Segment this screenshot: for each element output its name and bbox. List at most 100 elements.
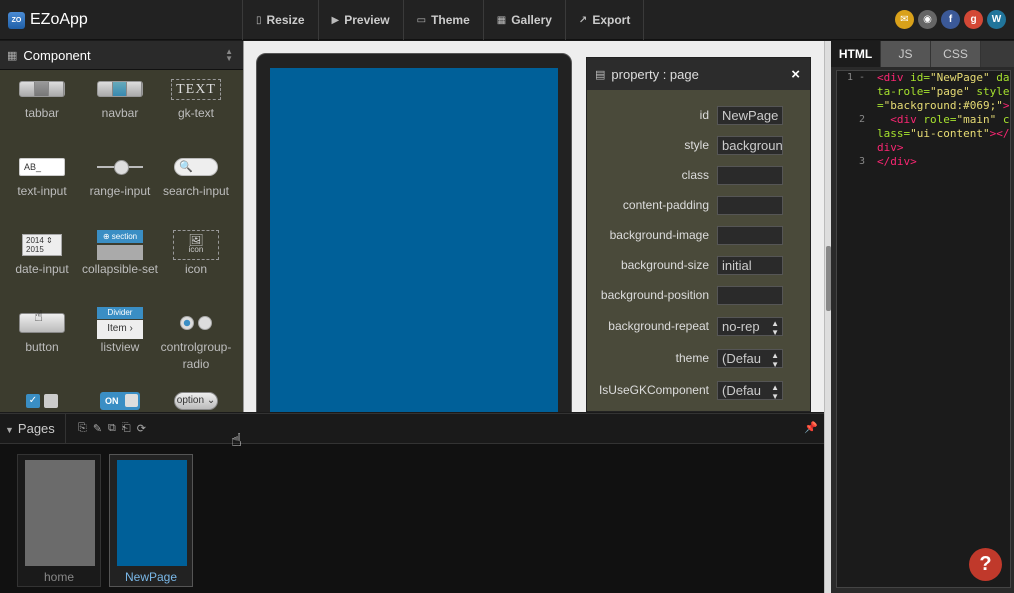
select-value: (Defau [722, 350, 762, 366]
mail-icon[interactable]: ✉ [895, 10, 914, 29]
page-thumb-newpage[interactable]: NewPage [109, 454, 193, 587]
component-tabbar[interactable]: tabbar [3, 75, 81, 122]
pin-icon[interactable]: 📌 [804, 421, 818, 434]
component-label: search-input [162, 184, 230, 198]
component-text-input[interactable]: AB_ text-input [3, 153, 81, 200]
page-thumb-label: home [43, 570, 75, 584]
page-thumb-preview [117, 460, 187, 566]
export-icon: ↗ [578, 14, 588, 26]
google-plus-icon[interactable]: g [964, 10, 983, 29]
select-arrows-icon: ▲ ▼ [771, 318, 779, 336]
background-image-field[interactable] [717, 225, 783, 245]
property-row-class: class [587, 164, 810, 186]
component-gk-text[interactable]: TEXT gk-text [157, 75, 235, 122]
component-flipswitch[interactable]: ON [81, 387, 159, 412]
component-label: tabbar [24, 106, 60, 120]
component-listview[interactable]: Divider Item › listview [81, 307, 159, 356]
slider-icon [97, 158, 143, 176]
component-select[interactable]: option ⌄ [157, 387, 235, 412]
background-position-field[interactable] [717, 285, 783, 305]
background-repeat-select[interactable]: no-rep ▲ ▼ [717, 316, 783, 336]
property-window-header[interactable]: ▤ property : page × [587, 58, 810, 90]
panel-splitter[interactable] [824, 41, 831, 593]
code-editor[interactable]: 1 - <div id="NewPage" data-role="page" st… [836, 70, 1011, 588]
content-padding-field[interactable] [717, 195, 783, 215]
component-collapsible-set[interactable]: ⊕ section collapsible-set [81, 230, 159, 278]
theme-button[interactable]: ▭ Theme [404, 0, 484, 40]
style-field[interactable]: background [717, 135, 783, 155]
paste-page-icon[interactable]: ⎗ [122, 422, 131, 435]
button-icon [19, 308, 65, 333]
page-thumb-home[interactable]: home [17, 454, 101, 587]
component-search-input[interactable]: 🔍 search-input [157, 153, 235, 200]
brand[interactable]: ZO EZoApp [0, 0, 243, 40]
id-field[interactable]: NewPage [717, 105, 783, 125]
property-row-content-padding: content-padding [587, 194, 810, 216]
background-size-field[interactable]: initial [717, 255, 783, 275]
close-icon[interactable]: × [791, 66, 800, 83]
gallery-button[interactable]: ▦ Gallery [484, 0, 566, 40]
edit-page-icon[interactable]: ✎ [93, 422, 102, 435]
resize-label: Resize [266, 13, 305, 27]
code-text: </div> [877, 155, 917, 168]
component-panel-header[interactable]: ▦ Component ▲ ▼ [0, 41, 243, 70]
theme-select[interactable]: (Defau ▲ ▼ [717, 348, 783, 368]
pages-panel: ▼ Pages ⎘ ✎ ⧉ ⎗ ⟳ 📌 home NewPage [0, 413, 824, 593]
property-label: content-padding [622, 198, 709, 212]
code-tabs: HTML JS CSS [831, 41, 1014, 67]
tab-css[interactable]: CSS [931, 41, 981, 67]
page-preview[interactable] [270, 68, 558, 412]
component-icon[interactable]: 🖼 icon icon [157, 230, 235, 278]
code-text: <div role="main" class="ui-content"></di… [877, 113, 1010, 154]
component-label: range-input [89, 184, 151, 198]
sort-arrows-icon[interactable]: ▲ ▼ [225, 48, 233, 63]
caret-down-icon: ▼ [5, 424, 14, 435]
export-button[interactable]: ↗ Export [566, 0, 645, 40]
gallery-label: Gallery [511, 13, 552, 27]
component-label: gk-text [177, 106, 214, 120]
component-date-input[interactable]: 2014 ⇕ 2015 date-input [3, 231, 81, 278]
component-button[interactable]: button [3, 308, 81, 356]
copy-page-icon[interactable]: ⧉ [108, 422, 116, 435]
component-checkbox[interactable]: ✓ [3, 387, 81, 412]
select-arrows-icon: ▲ ▼ [771, 382, 779, 400]
code-text: <div id="NewPage" data-role="page" style… [877, 71, 1010, 112]
new-page-icon[interactable]: ⎘ [78, 422, 87, 435]
isusegkcomponent-select[interactable]: (Defau ▲ ▼ [717, 380, 783, 400]
component-navbar[interactable]: navbar [81, 75, 159, 122]
class-field[interactable] [717, 165, 783, 185]
component-label: collapsible-set [81, 262, 159, 276]
property-label: background-size [620, 258, 709, 272]
github-icon[interactable]: ◉ [918, 10, 937, 29]
refresh-icon[interactable]: ⟳ [137, 422, 146, 435]
pages-toggle[interactable]: ▼ Pages [0, 413, 66, 444]
resize-button[interactable]: ▯ Resize [243, 0, 319, 40]
grid-icon: ▦ [7, 49, 18, 62]
tab-html[interactable]: HTML [831, 41, 881, 67]
tab-js[interactable]: JS [881, 41, 931, 67]
line-number: 3 [858, 156, 865, 167]
component-controlgroup-radio[interactable]: controlgroup-radio [157, 309, 235, 373]
help-button[interactable]: ? [969, 548, 1002, 581]
gallery-icon: ▦ [496, 14, 507, 26]
checkbox-icon-text: ✓ [26, 394, 40, 408]
resize-icon: ▯ [256, 14, 262, 26]
play-icon: ▶ [331, 14, 340, 26]
property-row-background-image: background-image [587, 224, 810, 246]
component-range-input[interactable]: range-input [81, 153, 159, 200]
code-line: 3 </div> [837, 155, 1010, 169]
property-label: background-position [600, 288, 709, 302]
pages-tools: ⎘ ✎ ⧉ ⎗ ⟳ [66, 422, 146, 435]
preview-button[interactable]: ▶ Preview [319, 0, 404, 40]
facebook-icon[interactable]: f [941, 10, 960, 29]
wordpress-icon[interactable]: W [987, 10, 1006, 29]
image-icon: 🖼 icon [173, 230, 219, 260]
property-row-background-repeat: background-repeat no-rep ▲ ▼ [587, 315, 810, 337]
component-label: button [25, 340, 59, 354]
page-thumb-label: NewPage [124, 570, 178, 584]
navbar-icon [97, 81, 143, 97]
select-value: (Defau [722, 382, 762, 398]
collapsible-icon: ⊕ section [97, 230, 143, 260]
main-menu: ▯ Resize ▶ Preview ▭ Theme ▦ Gallery ↗ Export [243, 0, 645, 40]
device-frame [256, 53, 572, 412]
